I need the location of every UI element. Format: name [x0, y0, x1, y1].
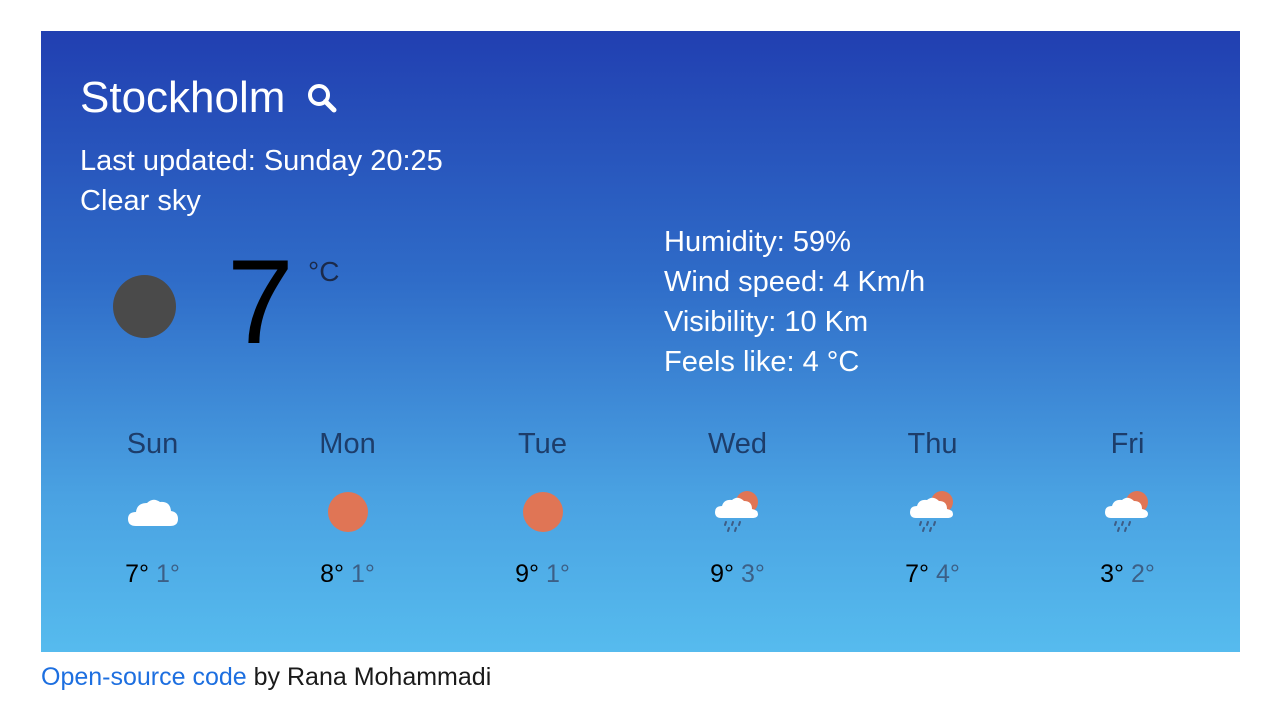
forecast-day: Thu 7° 4°: [835, 426, 1030, 589]
humidity: Humidity: 59%: [664, 226, 851, 258]
forecast-min: 1°: [155, 560, 180, 588]
forecast-day: Sun 7° 1°: [55, 426, 250, 589]
forecast-temps: 8° 1°: [250, 559, 445, 589]
forecast-day-name: Fri: [1110, 428, 1145, 460]
sun-cloud-rain-icon: [1030, 489, 1225, 535]
forecast-min: 2°: [1130, 560, 1155, 588]
forecast-day-name: Wed: [707, 428, 768, 460]
last-updated-value: Sunday 20:25: [263, 145, 443, 177]
forecast-max: 9°: [710, 560, 735, 588]
forecast-day-name: Mon: [319, 428, 376, 460]
cloud-icon: [55, 489, 250, 535]
weather-card: Stockholm Last updated: Sunday 20:25 Cle…: [41, 31, 1240, 652]
forecast-min: 3°: [740, 560, 765, 588]
forecast-day: Wed 9° 3°: [640, 426, 835, 589]
sun-cloud-rain-icon: [835, 489, 1030, 535]
weather-description: Clear sky: [80, 185, 201, 217]
last-updated-label: Last updated:: [80, 145, 256, 177]
visibility: Visibility: 10 Km: [664, 306, 869, 338]
forecast-temps: 7° 1°: [55, 559, 250, 589]
forecast-temps: 9° 1°: [445, 559, 640, 589]
footer-author: by Rana Mohammadi: [246, 663, 492, 691]
forecast-max: 3°: [1100, 560, 1125, 588]
clear-night-icon: [113, 275, 176, 338]
forecast-day-name: Thu: [907, 428, 958, 460]
forecast-min: 4°: [935, 560, 960, 588]
current-temperature: 7: [227, 235, 294, 369]
forecast: Sun 7° 1° Mon 8° 1° Tue 9° 1° Wed 9° 3° …: [41, 426, 1240, 589]
temperature-unit: °C: [308, 256, 340, 287]
forecast-temps: 9° 3°: [640, 559, 835, 589]
forecast-max: 7°: [125, 560, 150, 588]
search-icon[interactable]: [305, 81, 339, 115]
forecast-day: Tue 9° 1°: [445, 426, 640, 589]
footer: Open-source code by Rana Mohammadi: [41, 660, 491, 694]
forecast-min: 1°: [350, 560, 375, 588]
forecast-max: 9°: [515, 560, 540, 588]
forecast-temps: 7° 4°: [835, 559, 1030, 589]
last-updated: Last updated: Sunday 20:25: [80, 143, 443, 179]
sun-cloud-rain-icon: [640, 489, 835, 535]
forecast-max: 8°: [320, 560, 345, 588]
sun-icon: [445, 489, 640, 535]
forecast-temps: 3° 2°: [1030, 559, 1225, 589]
forecast-day: Fri 3° 2°: [1030, 426, 1225, 589]
forecast-day-name: Sun: [126, 428, 179, 460]
open-source-link[interactable]: Open-source code: [41, 663, 247, 691]
forecast-day: Mon 8° 1°: [250, 426, 445, 589]
city-name: Stockholm: [80, 73, 286, 122]
weather-details: Humidity: 59% Wind speed: 4 Km/h Visibil…: [664, 222, 925, 382]
forecast-day-name: Tue: [518, 428, 567, 460]
forecast-max: 7°: [905, 560, 930, 588]
feels-like: Feels like: 4 °C: [664, 346, 860, 378]
wind-speed: Wind speed: 4 Km/h: [664, 266, 926, 298]
sun-icon: [250, 489, 445, 535]
forecast-min: 1°: [545, 560, 570, 588]
city-header: Stockholm: [80, 73, 339, 123]
